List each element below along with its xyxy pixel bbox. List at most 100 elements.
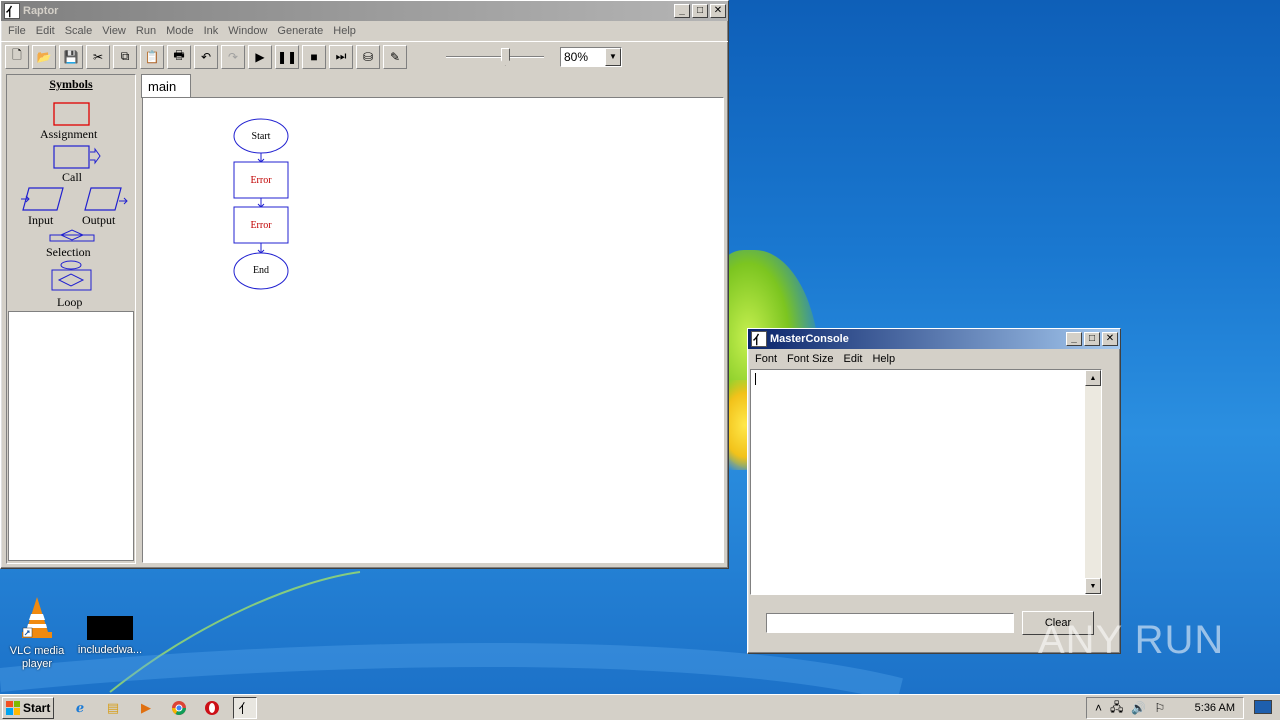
maximize-button[interactable]: □ [692, 4, 708, 18]
media-player-icon[interactable]: ▶ [134, 697, 158, 719]
console-menu-help[interactable]: Help [867, 353, 900, 365]
console-menu-font[interactable]: Font [750, 353, 782, 365]
volume-icon[interactable]: 🔊 [1131, 701, 1146, 715]
desktop-icon-included[interactable]: includedwa... [75, 594, 145, 657]
start-node-label: Start [251, 131, 271, 142]
copy-icon[interactable]: ⧉ [113, 44, 137, 69]
raptor-toolbar: 🗋 📂 💾 ✂ ⧉ 📋 🖶 ↶ ↷ ▶ ❚❚ ■ ⏭ ⛁ ✎ 80% ▼ [1, 41, 728, 71]
console-menubar: Font Font Size Edit Help [748, 349, 1120, 369]
included-label: includedwa... [77, 644, 143, 656]
loop-symbol-icon[interactable] [51, 260, 95, 292]
input-label: Input [28, 213, 54, 227]
print-icon[interactable]: 🖶 [167, 44, 191, 69]
menu-ink[interactable]: Ink [199, 25, 224, 37]
menu-view[interactable]: View [97, 25, 131, 37]
raptor-menubar: File Edit Scale View Run Mode Ink Window… [1, 21, 728, 41]
console-scrollbar[interactable]: ▲ ▼ [1085, 370, 1101, 594]
minimize-button[interactable]: _ [674, 4, 690, 18]
console-app-icon: ⺅ [751, 331, 767, 347]
menu-mode[interactable]: Mode [161, 25, 199, 37]
zoom-value: 80% [564, 49, 589, 64]
opera-icon[interactable] [200, 697, 224, 719]
ie-icon[interactable]: ℯ [68, 697, 92, 719]
menu-help[interactable]: Help [328, 25, 361, 37]
system-tray: ˄ 🖧 🔊 ⚐ 5:36 AM [1086, 697, 1244, 719]
raptor-title: Raptor [23, 5, 59, 17]
vlc-label: VLC media player [9, 645, 65, 670]
menu-generate[interactable]: Generate [272, 25, 328, 37]
console-title: MasterConsole [770, 333, 849, 345]
watermark-text: ANY RUN [1038, 617, 1225, 662]
start-button[interactable]: Start [2, 696, 54, 719]
clock[interactable]: 5:36 AM [1195, 702, 1235, 714]
assignment-label: Assignment [40, 127, 98, 141]
zoom-slider-thumb[interactable] [500, 47, 510, 66]
console-input[interactable] [766, 613, 1014, 633]
chevron-down-icon[interactable]: ▼ [605, 47, 621, 66]
network-icon[interactable]: 🖧 [1110, 698, 1123, 719]
menu-edit[interactable]: Edit [31, 25, 60, 37]
start-label: Start [23, 700, 51, 715]
console-titlebar[interactable]: ⺅ MasterConsole _ □ ✕ [748, 329, 1120, 349]
call-label: Call [62, 170, 82, 184]
explorer-icon[interactable]: ▤ [101, 697, 125, 719]
new-file-icon[interactable]: 🗋 [5, 44, 29, 69]
flowchart-canvas[interactable]: Start Error Error End [142, 97, 724, 563]
undo-icon[interactable]: ↶ [194, 44, 218, 69]
flag-icon[interactable]: ⚐ [1154, 701, 1165, 715]
desktop-icon-vlc[interactable]: VLC media player [2, 594, 72, 671]
output-symbol-icon[interactable] [83, 187, 129, 211]
chevron-up-icon[interactable]: ˄ [1095, 701, 1102, 715]
redo-icon[interactable]: ↷ [221, 44, 245, 69]
node-1-label: Error [250, 175, 272, 186]
call-symbol-icon[interactable] [53, 145, 101, 169]
show-desktop-icon[interactable] [1254, 700, 1272, 714]
console-menu-font-size[interactable]: Font Size [782, 353, 838, 365]
console-menu-edit[interactable]: Edit [838, 353, 867, 365]
save-icon[interactable]: 💾 [59, 44, 83, 69]
node-2-label: Error [250, 220, 272, 231]
step-icon[interactable]: ⏭ [329, 44, 353, 69]
chrome-icon[interactable] [167, 697, 191, 719]
paste-icon[interactable]: 📋 [140, 44, 164, 69]
input-symbol-icon[interactable] [21, 187, 65, 211]
cut-icon[interactable]: ✂ [86, 44, 110, 69]
black-file-icon [87, 616, 133, 640]
raptor-titlebar[interactable]: ⺅ Raptor _ □ ✕ [1, 1, 728, 21]
stop-icon[interactable]: ■ [302, 44, 326, 69]
symbols-list[interactable] [8, 311, 134, 561]
output-label: Output [82, 213, 116, 227]
tab-main[interactable]: main [141, 74, 191, 98]
play-icon[interactable]: ▶ [248, 44, 272, 69]
menu-scale[interactable]: Scale [60, 25, 98, 37]
vlc-cone-icon [22, 597, 52, 638]
test-server-icon[interactable]: ⛁ [356, 44, 380, 69]
symbols-panel: Symbols Assignment Call Input Output Sel… [6, 74, 136, 564]
assignment-symbol-icon[interactable] [53, 102, 91, 126]
menu-run[interactable]: Run [131, 25, 161, 37]
master-console-window: ⺅ MasterConsole _ □ ✕ Font Font Size Edi… [747, 328, 1121, 654]
scroll-up-icon[interactable]: ▲ [1085, 370, 1101, 386]
console-output[interactable]: ▲ ▼ [750, 369, 1102, 595]
raptor-app-icon: ⺅ [4, 3, 20, 19]
close-button[interactable]: ✕ [710, 4, 726, 18]
console-close-button[interactable]: ✕ [1102, 332, 1118, 346]
raptor-taskbar-icon[interactable]: ⺅ [233, 696, 257, 719]
pause-icon[interactable]: ❚❚ [275, 44, 299, 69]
text-cursor [755, 373, 756, 385]
pen-icon[interactable]: ✎ [383, 44, 407, 69]
console-minimize-button[interactable]: _ [1066, 332, 1082, 346]
zoom-select[interactable]: 80% ▼ [560, 46, 622, 67]
anyrun-watermark: ANY RUN [1038, 610, 1238, 670]
selection-symbol-icon[interactable] [49, 229, 95, 243]
taskbar: Start ℯ ▤ ▶ ⺅ ˄ 🖧 🔊 ⚐ 5:36 AM [0, 694, 1280, 720]
symbols-title: Symbols [49, 77, 93, 91]
flowchart [233, 118, 289, 290]
menu-window[interactable]: Window [223, 25, 272, 37]
scroll-down-icon[interactable]: ▼ [1085, 578, 1101, 594]
console-maximize-button[interactable]: □ [1084, 332, 1100, 346]
end-node-label: End [252, 265, 270, 276]
zoom-slider[interactable] [440, 45, 550, 69]
open-folder-icon[interactable]: 📂 [32, 44, 56, 69]
menu-file[interactable]: File [3, 25, 31, 37]
